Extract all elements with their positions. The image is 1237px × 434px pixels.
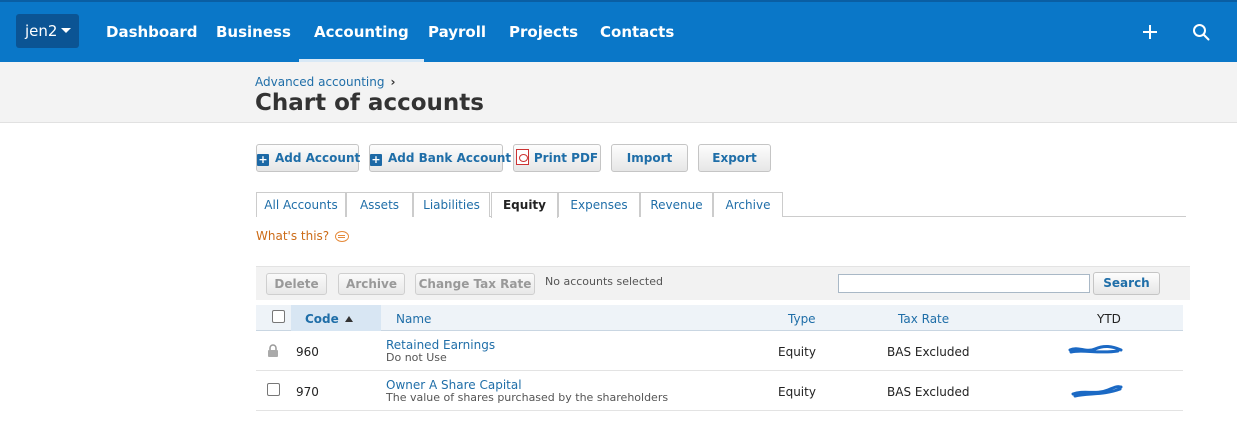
- add-account-button[interactable]: + Add Account: [256, 144, 361, 172]
- tab-assets[interactable]: Assets: [346, 192, 413, 217]
- account-name-link[interactable]: Retained Earnings: [386, 338, 495, 352]
- column-ytd: YTD: [1097, 312, 1121, 326]
- lock-icon: [268, 344, 278, 357]
- add-new-icon[interactable]: [1140, 22, 1160, 42]
- row-code: 960: [296, 345, 319, 359]
- tab-equity[interactable]: Equity: [491, 192, 558, 218]
- add-bank-account-label: Add Bank Account: [388, 151, 512, 165]
- organisation-menu[interactable]: jen2: [16, 14, 79, 48]
- sort-ascending-icon: [344, 316, 353, 322]
- organisation-name: jen2: [25, 22, 58, 40]
- row-tax-rate: BAS Excluded: [887, 345, 970, 359]
- select-all-checkbox[interactable]: [272, 310, 285, 323]
- redacted-ytd-value: [1068, 345, 1123, 354]
- account-description: Do not Use: [386, 351, 447, 364]
- tab-all-accounts[interactable]: All Accounts: [256, 192, 346, 217]
- row-checkbox[interactable]: [267, 383, 280, 396]
- account-name-link[interactable]: Owner A Share Capital: [386, 378, 522, 392]
- nav-business[interactable]: Business: [201, 2, 306, 62]
- column-code-label: Code: [305, 312, 339, 326]
- top-nav-bar: jen2 Dashboard Business Accounting Payro…: [0, 0, 1237, 62]
- nav-projects[interactable]: Projects: [494, 2, 593, 62]
- whats-this-link[interactable]: What's this?: [256, 229, 350, 243]
- add-account-label: Add Account: [275, 151, 361, 165]
- plus-box-icon: +: [370, 153, 382, 166]
- nav-contacts[interactable]: Contacts: [585, 2, 689, 62]
- search-button[interactable]: Search: [1093, 272, 1160, 295]
- row-divider: [256, 410, 1183, 411]
- nav-dashboard[interactable]: Dashboard: [91, 2, 212, 62]
- add-bank-account-button[interactable]: + Add Bank Account: [369, 144, 511, 172]
- nav-payroll[interactable]: Payroll: [413, 2, 501, 62]
- column-tax-rate[interactable]: Tax Rate: [898, 312, 949, 326]
- plus-box-icon: +: [257, 153, 269, 166]
- row-type: Equity: [778, 385, 816, 399]
- page-title: Chart of accounts: [255, 90, 484, 116]
- row-code: 970: [296, 385, 319, 399]
- account-description: The value of shares purchased by the sha…: [386, 391, 669, 404]
- row-divider: [256, 370, 1183, 371]
- tab-expenses[interactable]: Expenses: [558, 192, 640, 217]
- tab-revenue[interactable]: Revenue: [640, 192, 713, 217]
- column-name[interactable]: Name: [396, 312, 431, 326]
- column-code[interactable]: Code: [305, 312, 353, 326]
- row-type: Equity: [778, 345, 816, 359]
- breadcrumb: Advanced accounting ›: [255, 75, 395, 89]
- import-button[interactable]: Import: [611, 144, 688, 172]
- tab-archive[interactable]: Archive: [713, 192, 783, 217]
- search-icon[interactable]: [1192, 23, 1210, 41]
- print-pdf-label: Print PDF: [533, 151, 599, 165]
- breadcrumb-link[interactable]: Advanced accounting: [255, 75, 384, 89]
- speech-bubble-icon: [335, 231, 350, 242]
- selection-status: No accounts selected: [545, 275, 663, 288]
- redacted-ytd-value: [1071, 385, 1123, 398]
- page-header: Advanced accounting › Chart of accounts: [0, 62, 1237, 123]
- caret-down-icon: [61, 28, 72, 33]
- row-tax-rate: BAS Excluded: [887, 385, 970, 399]
- tab-liabilities[interactable]: Liabilities: [413, 192, 490, 217]
- print-pdf-button[interactable]: Print PDF: [513, 144, 601, 172]
- nav-accounting[interactable]: Accounting: [299, 2, 424, 62]
- pdf-icon: [515, 149, 529, 165]
- change-tax-rate-button[interactable]: Change Tax Rate: [415, 273, 535, 295]
- search-input[interactable]: [838, 274, 1090, 293]
- whats-this-label: What's this?: [256, 229, 330, 243]
- breadcrumb-chevron-icon: ›: [390, 75, 396, 89]
- column-type[interactable]: Type: [788, 312, 816, 326]
- delete-button[interactable]: Delete: [266, 273, 327, 295]
- export-button[interactable]: Export: [698, 144, 771, 172]
- archive-button[interactable]: Archive: [338, 273, 405, 295]
